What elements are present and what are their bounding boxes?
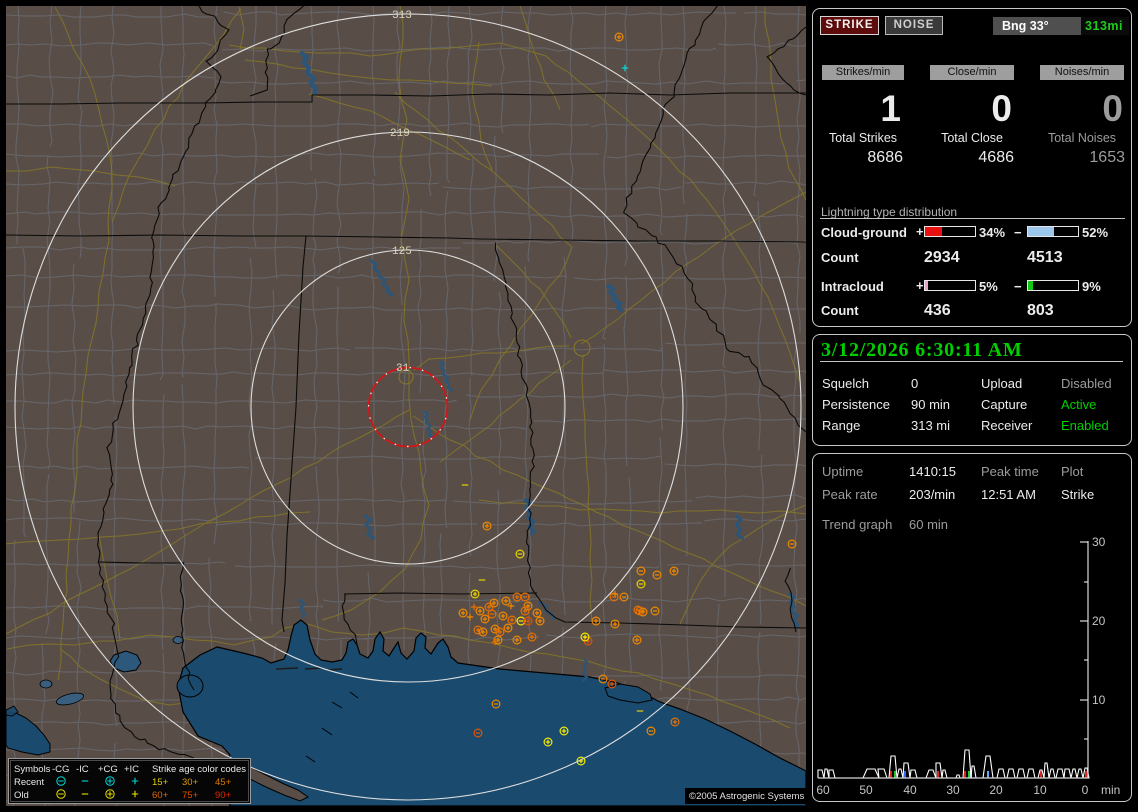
- svg-text:10: 10: [1033, 783, 1047, 797]
- svg-text:0: 0: [1082, 783, 1089, 797]
- svg-text:60: 60: [816, 783, 830, 797]
- svg-text:20: 20: [989, 783, 1003, 797]
- svg-text:20: 20: [1092, 614, 1106, 628]
- svg-text:30: 30: [946, 783, 960, 797]
- svg-text:50: 50: [859, 783, 873, 797]
- svg-text:40: 40: [903, 783, 917, 797]
- svg-text:10: 10: [1092, 693, 1106, 707]
- svg-text:30: 30: [1092, 535, 1106, 549]
- svg-text:min: min: [1101, 783, 1120, 797]
